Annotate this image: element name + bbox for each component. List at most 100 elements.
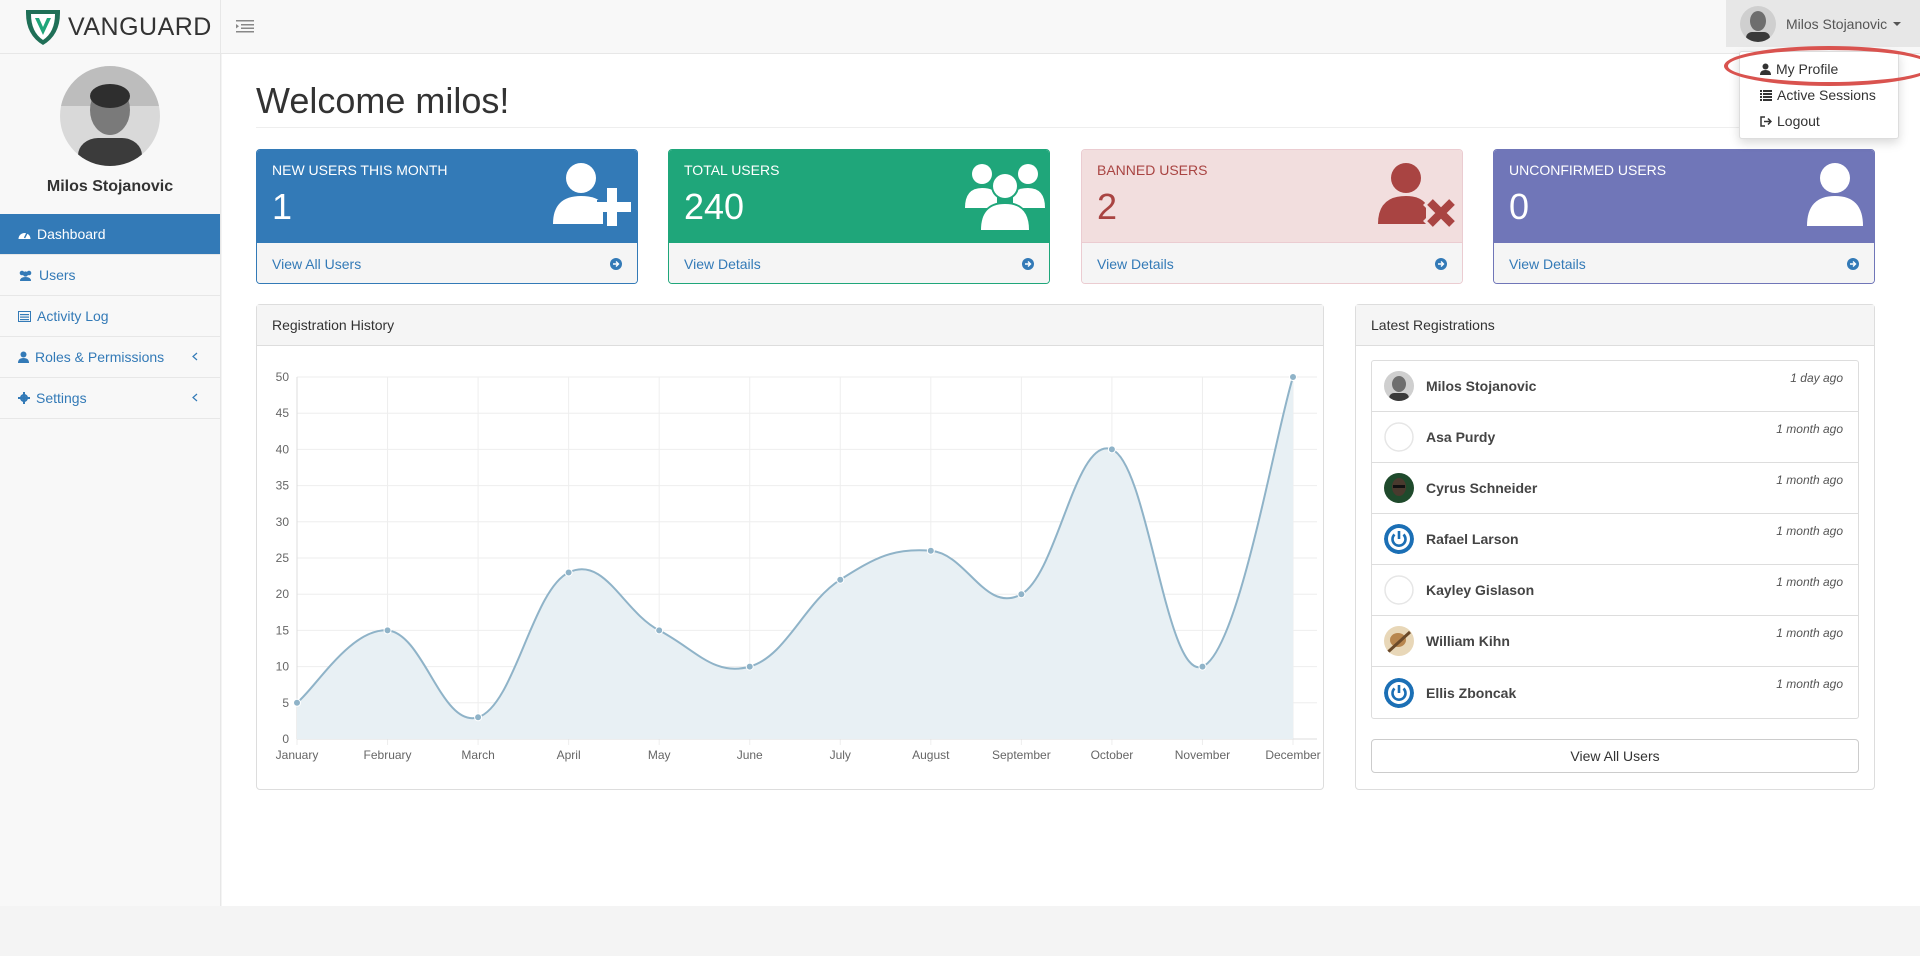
- avatar: [1384, 575, 1414, 605]
- card-banned-users: Banned Users 2 View Details: [1081, 149, 1463, 284]
- data-point: [745, 662, 754, 671]
- user-name: Ellis Zboncak: [1426, 684, 1517, 701]
- registration-time: 1 month ago: [1776, 524, 1843, 538]
- x-tick-label: April: [557, 748, 581, 762]
- x-tick-label: November: [1175, 748, 1230, 762]
- registration-time: 1 month ago: [1776, 422, 1843, 436]
- list-item[interactable]: Rafael Larson 1 month ago: [1372, 514, 1858, 565]
- sidebar-profile: Milos Stojanovic: [0, 54, 220, 214]
- y-tick-label: 10: [276, 660, 290, 674]
- list-alt-icon: [18, 310, 31, 322]
- data-point: [655, 626, 664, 635]
- sidebar-item-roles-permissions[interactable]: Roles & Permissions: [0, 337, 220, 378]
- sidebar-toggle-icon[interactable]: [236, 18, 254, 34]
- panel-title: Latest Registrations: [1356, 305, 1874, 346]
- users-icon: [19, 270, 32, 281]
- data-point: [926, 546, 935, 555]
- x-tick-label: December: [1265, 748, 1320, 762]
- arrow-circle-right-icon: [610, 257, 622, 270]
- page-title: Welcome milos!: [256, 80, 510, 121]
- avatar: [1384, 524, 1414, 554]
- view-all-users-button[interactable]: View All Users: [1371, 739, 1859, 773]
- y-tick-label: 50: [276, 370, 290, 384]
- avatar: [1384, 422, 1414, 452]
- avatar: [1384, 626, 1414, 656]
- sidebar-item-users[interactable]: Users: [0, 255, 220, 296]
- card-footer-link[interactable]: View Details: [1494, 242, 1874, 283]
- title-divider: [256, 127, 1856, 128]
- registration-history-chart: 0 5 10 15 20 25 30 35 40 45 50 January February March…: [276, 370, 1321, 762]
- x-tick-label: January: [276, 748, 319, 762]
- dashboard-icon: [18, 232, 31, 239]
- user-icon: [1807, 163, 1863, 226]
- y-tick-label: 15: [276, 623, 290, 637]
- avatar: [1384, 473, 1414, 503]
- brand-name: VANGUARD: [68, 12, 212, 41]
- data-point: [1198, 662, 1207, 671]
- y-tick-label: 30: [276, 515, 290, 529]
- x-tick-label: August: [912, 748, 950, 762]
- data-point: [474, 713, 483, 722]
- list-item[interactable]: William Kihn 1 month ago: [1372, 616, 1858, 667]
- gear-icon: [18, 392, 30, 404]
- chevron-left-icon: [192, 393, 198, 402]
- card-new-users: New Users This Month 1 View All Users: [256, 149, 638, 284]
- card-unconfirmed-users: Unconfirmed Users 0 View Details: [1493, 149, 1875, 284]
- registration-time: 1 month ago: [1776, 677, 1843, 691]
- registration-history-panel: Registration History 0 5 10 15 20 25 30 35 40 45 5…: [256, 304, 1324, 790]
- sidebar-item-settings[interactable]: Settings: [0, 378, 220, 419]
- x-tick-label: March: [461, 748, 494, 762]
- sidebar: Milos Stojanovic Dashboard Users Activit…: [0, 54, 221, 906]
- card-footer-link[interactable]: View All Users: [257, 242, 637, 283]
- list-item[interactable]: Cyrus Schneider 1 month ago: [1372, 463, 1858, 514]
- arrow-circle-right-icon: [1022, 257, 1034, 270]
- registration-time: 1 month ago: [1776, 575, 1843, 589]
- y-tick-label: 25: [276, 551, 290, 565]
- list-item[interactable]: Milos Stojanovic 1 day ago: [1372, 361, 1858, 412]
- card-footer-link[interactable]: View Details: [669, 242, 1049, 283]
- y-tick-label: 45: [276, 406, 290, 420]
- y-tick-label: 40: [276, 442, 290, 456]
- x-tick-label: May: [648, 748, 671, 762]
- brand[interactable]: VANGUARD: [0, 0, 221, 54]
- panel-title: Registration History: [257, 305, 1323, 346]
- sidebar-item-dashboard[interactable]: Dashboard: [0, 214, 220, 255]
- user-name: Asa Purdy: [1426, 429, 1496, 445]
- user-name: Cyrus Schneider: [1426, 480, 1538, 496]
- list-item[interactable]: Kayley Gislason 1 month ago: [1372, 565, 1858, 616]
- card-header: New Users This Month 1: [257, 150, 637, 242]
- x-tick-label: June: [737, 748, 763, 762]
- card-header: Unconfirmed Users 0: [1494, 150, 1874, 242]
- data-point: [1017, 590, 1026, 599]
- user-icon: [18, 351, 29, 363]
- user-menu-toggle[interactable]: Milos Stojanovic: [1726, 0, 1920, 47]
- avatar: [1384, 677, 1414, 708]
- x-tick-label: October: [1091, 748, 1134, 762]
- list-item[interactable]: Asa Purdy 1 month ago: [1372, 412, 1858, 463]
- profile-avatar[interactable]: [60, 66, 160, 166]
- user-times-icon: [1378, 163, 1458, 230]
- y-tick-label: 20: [276, 587, 290, 601]
- list-icon: [1760, 89, 1772, 101]
- page-footer: [0, 906, 1920, 956]
- menu-item-logout[interactable]: Logout: [1740, 108, 1898, 134]
- sidebar-item-activity-log[interactable]: Activity Log: [0, 296, 220, 337]
- list-item[interactable]: Ellis Zboncak 1 month ago: [1372, 667, 1858, 718]
- caret-down-icon: [1893, 21, 1902, 26]
- card-footer-link[interactable]: View Details: [1082, 242, 1462, 283]
- user-name: Rafael Larson: [1426, 531, 1519, 547]
- chevron-left-icon: [192, 352, 198, 361]
- registration-time: 1 month ago: [1776, 626, 1843, 640]
- sign-out-icon: [1760, 115, 1772, 127]
- avatar: [1740, 5, 1776, 42]
- user-name: Kayley Gislason: [1426, 582, 1535, 598]
- x-tick-label: September: [992, 748, 1051, 762]
- x-tick-label: February: [364, 748, 412, 762]
- arrow-circle-right-icon: [1847, 257, 1859, 270]
- user-name: Milos Stojanovic: [1786, 15, 1888, 32]
- y-tick-label: 35: [276, 479, 290, 493]
- user-plus-icon: [553, 163, 631, 226]
- card-total-users: Total Users 240 View Details: [668, 149, 1050, 284]
- data-point: [1289, 373, 1297, 381]
- y-tick-label: 5: [282, 696, 289, 710]
